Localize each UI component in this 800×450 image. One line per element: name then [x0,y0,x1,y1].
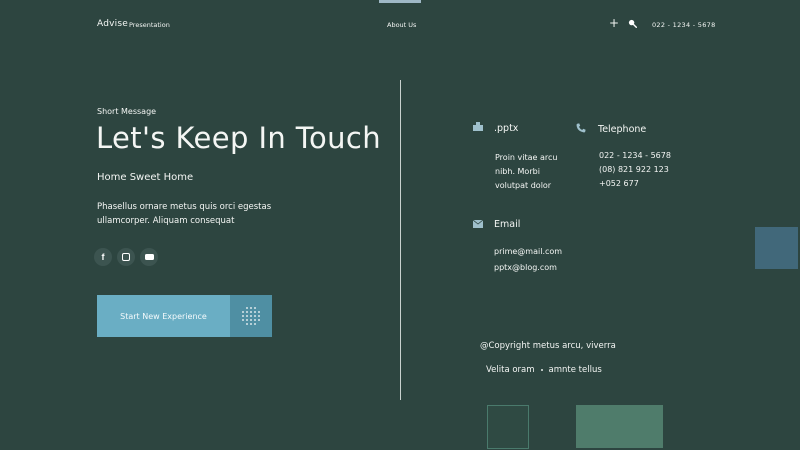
vertical-divider [400,80,401,400]
top-accent-bar [379,0,421,3]
instagram-button[interactable] [117,248,135,266]
plus-icon[interactable]: + [609,16,619,30]
nav-link-presentation[interactable]: Presentation [129,21,170,29]
intro-line-2: ullamcorper. Aliquam consequat [97,216,235,226]
footer-links: Velita oram amnte tellus [486,365,602,375]
eyebrow-label: Short Message [97,107,157,116]
youtube-button[interactable] [140,248,158,266]
telephone-number[interactable]: +052 677 [599,177,671,191]
facebook-icon: f [101,252,105,262]
nav-link-about[interactable]: About Us [387,21,416,29]
pptx-heading: .pptx [494,123,519,134]
footer-link[interactable]: amnte tellus [549,365,602,375]
cta-label: Start New Experience [97,295,230,337]
pptx-line: Proin vitae arcu [495,153,558,162]
email-heading: Email [494,219,521,230]
header-phone: 022 - 1234 - 5678 [652,21,716,29]
page-title: Let's Keep In Touch [96,121,382,155]
decorative-green-rectangle [576,405,663,448]
email-address[interactable]: pptx@blog.com [494,260,562,276]
decorative-outline-square [487,405,529,449]
telephone-number[interactable]: (08) 821 922 123 [599,163,671,177]
page-subtitle: Home Sweet Home [97,172,194,183]
search-icon[interactable] [628,19,637,28]
email-address[interactable]: prime@mail.com [494,244,562,260]
intro-line-1: Phasellus ornare metus quis orci egestas [97,202,272,212]
building-icon [473,122,483,131]
phone-icon [576,123,586,133]
pptx-line: volutpat dolor [495,181,552,191]
pptx-details: Proin vitae arcu nibh. Morbi volutpat do… [495,151,557,194]
telephone-heading: Telephone [598,124,647,135]
telephone-number[interactable]: 022 - 1234 - 5678 [599,149,671,163]
copyright-text: @Copyright metus arcu, viverra [480,341,616,351]
instagram-icon [122,253,130,261]
start-experience-button[interactable]: Start New Experience [97,295,272,337]
mail-icon [473,220,483,228]
dot-grid-icon [230,295,272,337]
brand-logo[interactable]: Advise [97,19,128,29]
youtube-icon [144,254,154,260]
email-details: prime@mail.com pptx@blog.com [494,244,562,276]
telephone-details: 022 - 1234 - 5678 (08) 821 922 123 +052 … [599,149,671,192]
decorative-blue-square [755,227,798,269]
facebook-button[interactable]: f [94,248,112,266]
footer-link[interactable]: Velita oram [486,365,535,375]
separator-dot [540,369,543,371]
pptx-line: nibh. Morbi [495,167,540,177]
intro-paragraph: Phasellus ornare metus quis orci egestas… [97,200,297,228]
